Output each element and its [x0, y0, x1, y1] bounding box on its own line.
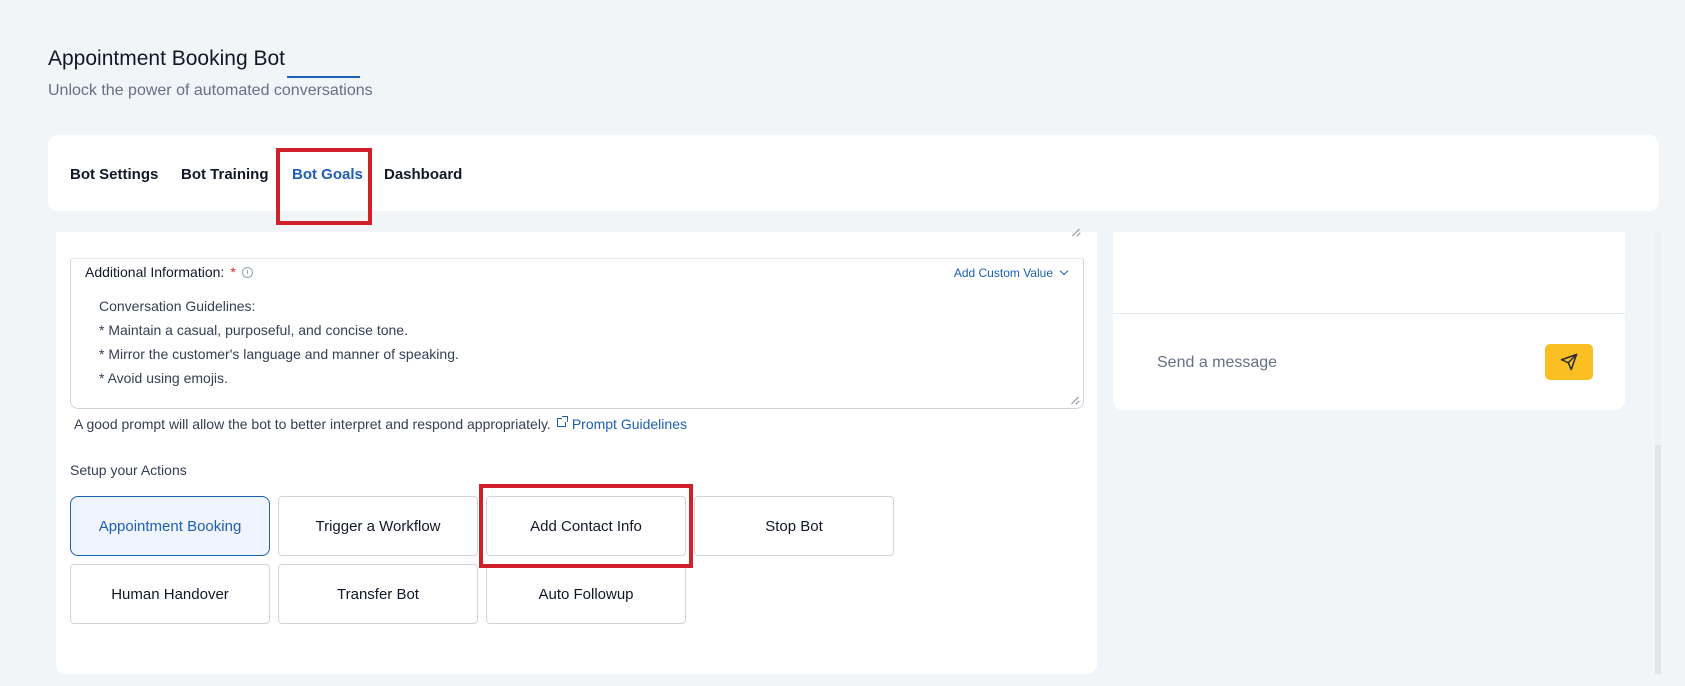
- action-auto-followup-button[interactable]: Auto Followup: [486, 564, 686, 624]
- send-icon: [1560, 353, 1578, 371]
- resize-handle-icon[interactable]: [1072, 228, 1080, 236]
- page-title: Appointment Booking Bot: [48, 47, 285, 70]
- action-add-contact-info-button[interactable]: Add Contact Info: [486, 496, 686, 556]
- divider: [1113, 313, 1625, 314]
- resize-handle-icon[interactable]: [1071, 396, 1079, 404]
- external-link-icon: [556, 416, 568, 427]
- guideline-line: * Avoid using emojis.: [99, 370, 228, 386]
- tab-bot-training[interactable]: Bot Training: [181, 166, 269, 183]
- action-transfer-bot-button[interactable]: Transfer Bot: [278, 564, 478, 624]
- tab-bar: Bot Settings Bot Training Bot Goals Dash…: [48, 135, 1659, 211]
- actions-section-title: Setup your Actions: [70, 462, 187, 478]
- page-subtitle: Unlock the power of automated conversati…: [48, 82, 373, 99]
- message-input[interactable]: Send a message: [1157, 354, 1277, 372]
- action-stop-bot-button[interactable]: Stop Bot: [694, 496, 894, 556]
- action-appointment-booking-button[interactable]: Appointment Booking: [70, 496, 270, 556]
- additional-info-textarea[interactable]: Conversation Guidelines: * Maintain a ca…: [70, 259, 1084, 409]
- tab-dashboard[interactable]: Dashboard: [384, 166, 462, 183]
- guideline-line: * Mirror the customer's language and man…: [99, 346, 459, 362]
- prompt-help-text: A good prompt will allow the bot to bett…: [74, 416, 687, 432]
- prompt-guidelines-link[interactable]: Prompt Guidelines: [572, 416, 687, 432]
- previous-textarea[interactable]: [70, 232, 1084, 238]
- bot-goals-panel: Additional Information: * Add Custom Valu…: [56, 232, 1097, 674]
- send-button[interactable]: [1545, 344, 1593, 380]
- scrollbar-thumb[interactable]: [1655, 445, 1661, 674]
- action-trigger-workflow-button[interactable]: Trigger a Workflow: [278, 496, 478, 556]
- guideline-line: * Maintain a casual, purposeful, and con…: [99, 322, 408, 338]
- help-text-content: A good prompt will allow the bot to bett…: [74, 416, 551, 432]
- chat-preview-panel: Send a message: [1113, 232, 1625, 410]
- action-human-handover-button[interactable]: Human Handover: [70, 564, 270, 624]
- tab-bot-settings[interactable]: Bot Settings: [70, 166, 158, 183]
- guideline-line: Conversation Guidelines:: [99, 298, 256, 314]
- active-tab-indicator: [287, 76, 360, 78]
- tab-bot-goals[interactable]: Bot Goals: [292, 166, 363, 183]
